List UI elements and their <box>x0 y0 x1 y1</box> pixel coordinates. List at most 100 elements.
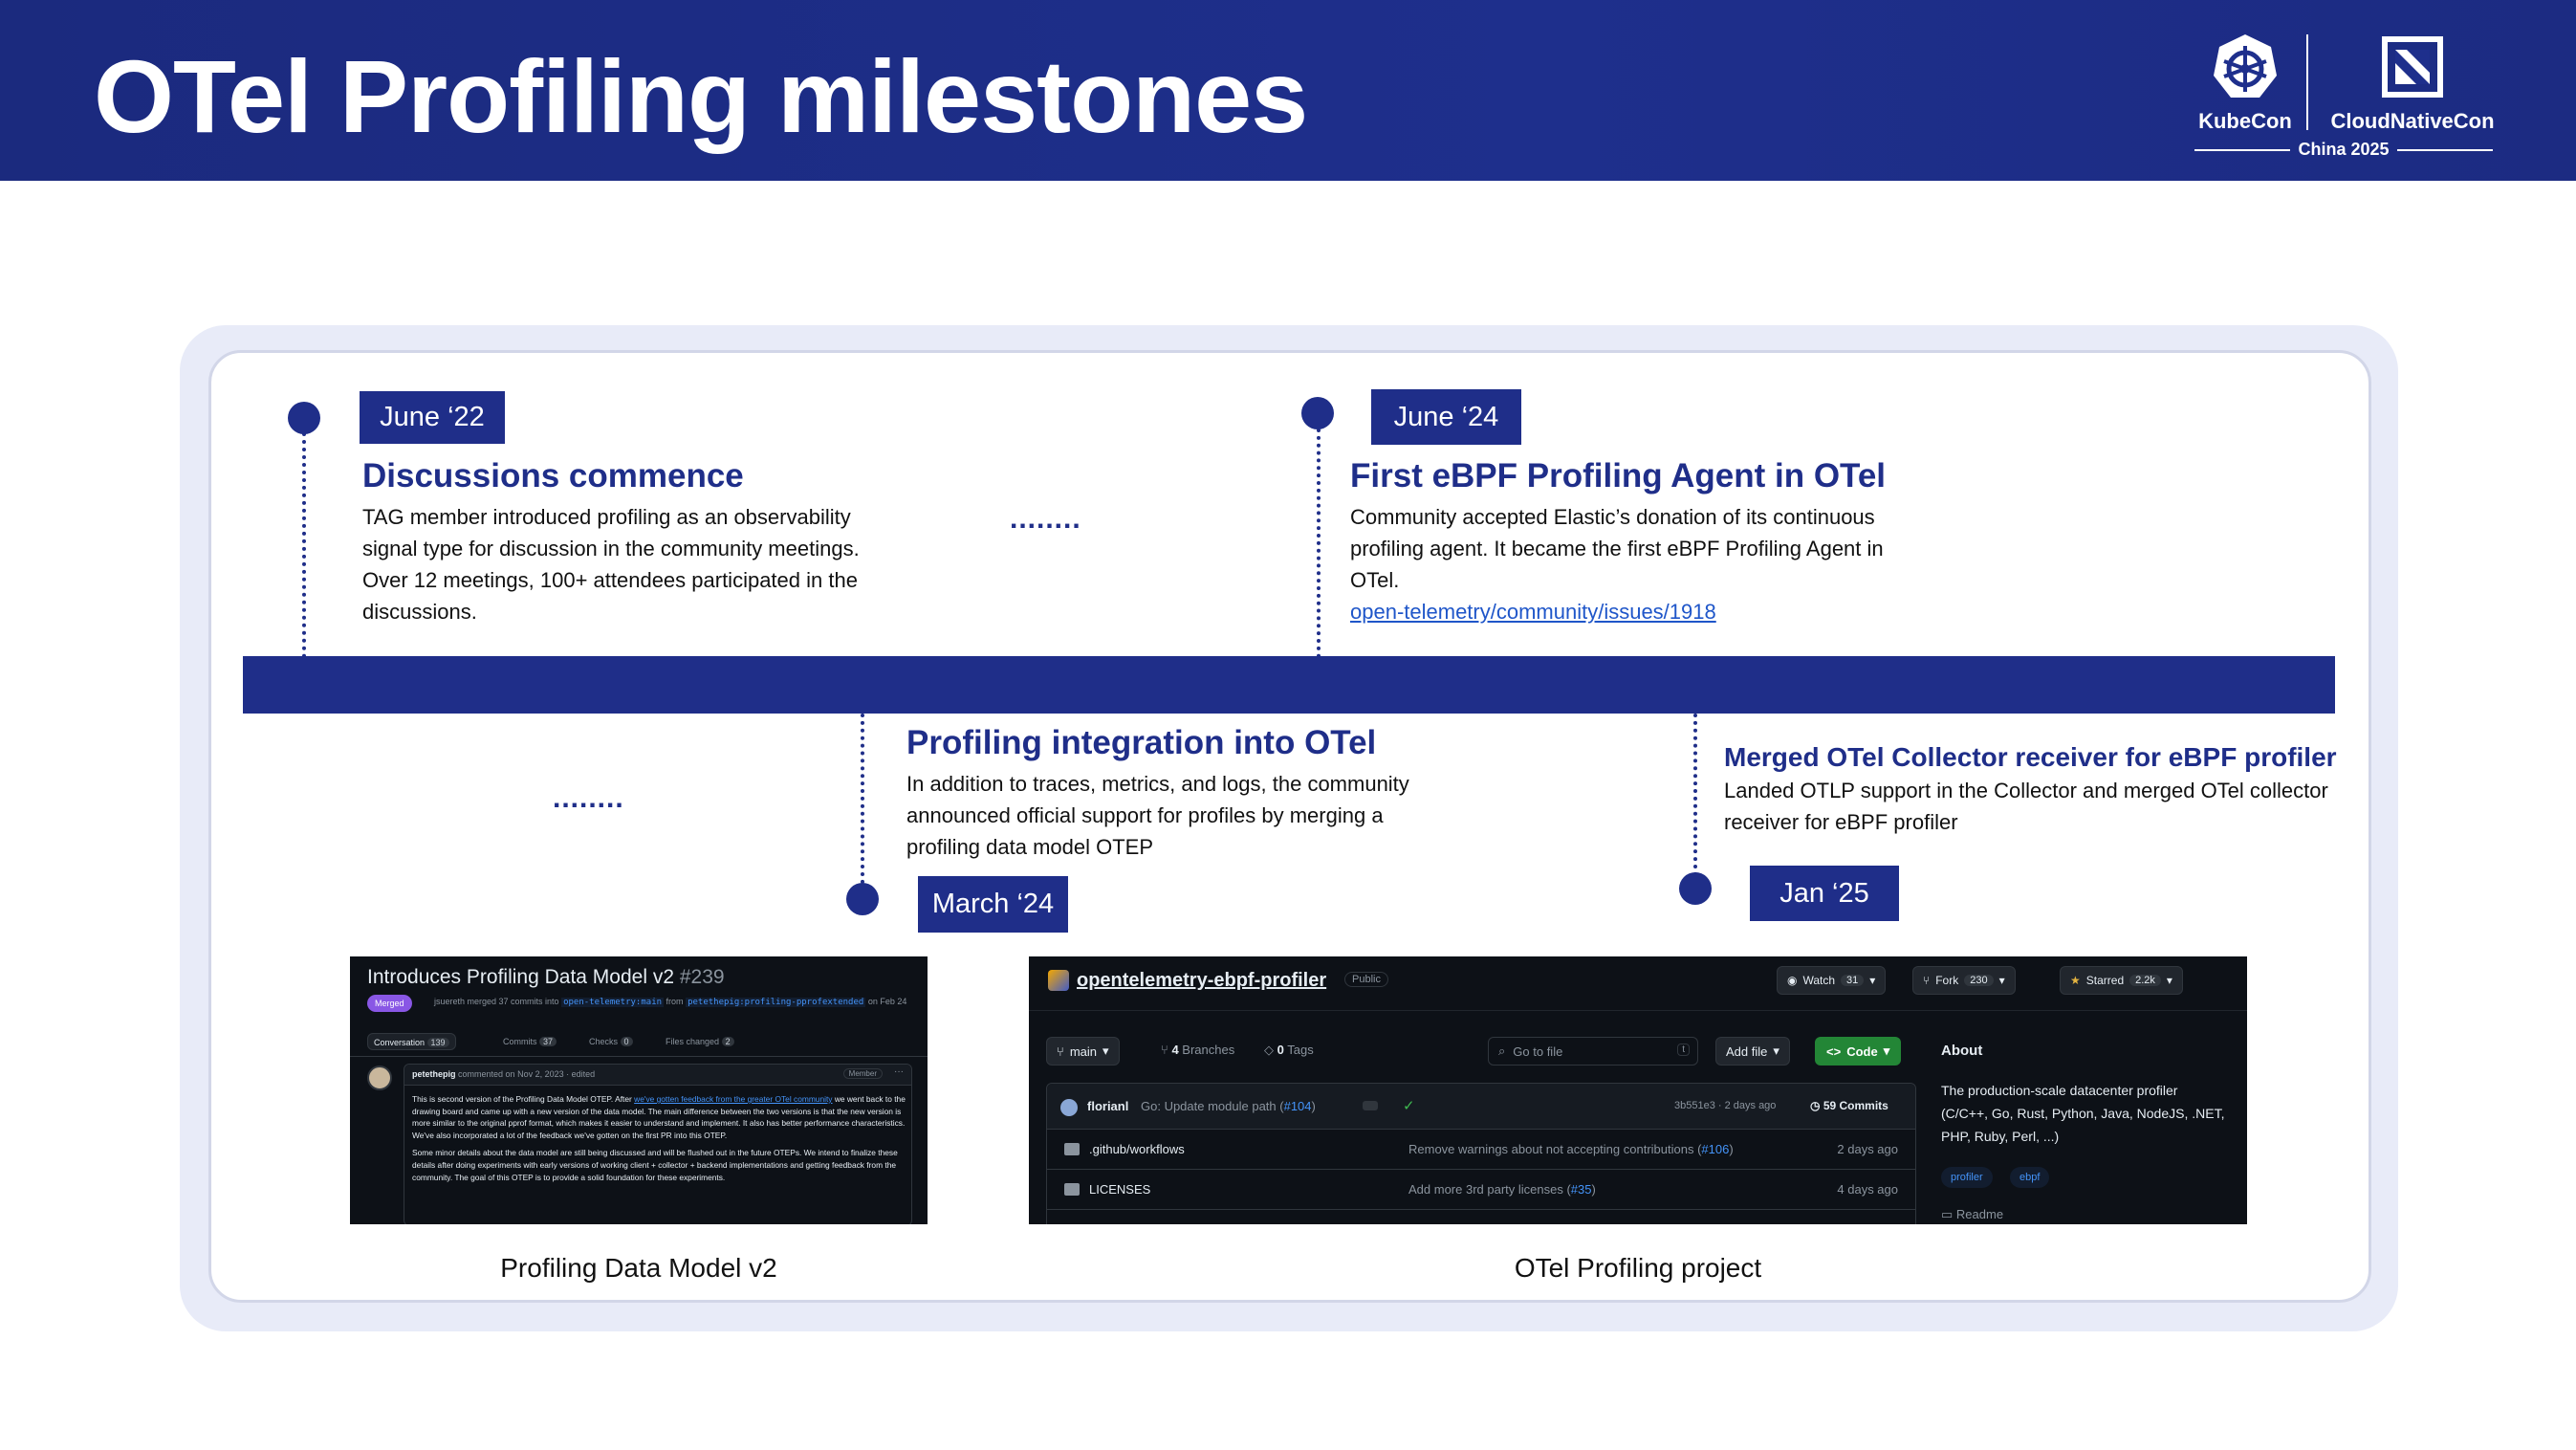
fork-button[interactable]: ⑂ Fork 230 ▾ <box>1912 966 2016 995</box>
topic-tag[interactable]: profiler <box>1941 1167 1993 1188</box>
file-commit-text: ) <box>1729 1142 1734 1156</box>
comment-paragraph: Some minor details about the data model … <box>412 1148 898 1182</box>
timeline-dot-icon <box>1301 397 1334 429</box>
folder-icon <box>1064 1183 1080 1196</box>
file-commit-text: ) <box>1591 1182 1596 1197</box>
pr-caption: Profiling Data Model v2 <box>500 1253 777 1283</box>
logo-divider <box>2306 34 2308 130</box>
latest-commit: florianl Go: Update module path (#104) ✓… <box>1047 1084 1915 1130</box>
file-name[interactable]: LICENSES <box>1089 1182 1150 1197</box>
slide-header: OTel Profiling milestones KubeCon CloudN… <box>0 0 2576 181</box>
date-tag-march24: March ‘24 <box>918 876 1068 933</box>
tab-checks[interactable]: Checks 0 <box>583 1033 639 1050</box>
check-icon[interactable]: ✓ <box>1403 1097 1415 1114</box>
file-pr-link[interactable]: #35 <box>1571 1182 1592 1197</box>
watch-label: Watch <box>1802 974 1836 987</box>
about-description: The production-scale datacenter profiler… <box>1941 1083 2225 1144</box>
connector-june24 <box>1317 428 1321 658</box>
pr-meta-suffix: on Feb 24 <box>867 997 907 1006</box>
timeline-dot-icon <box>1679 872 1712 905</box>
timeline-dot-icon <box>846 883 879 915</box>
slide-title: OTel Profiling milestones <box>94 38 1308 154</box>
commit-text: ) <box>1311 1099 1316 1113</box>
branch-selector[interactable]: ⑂ main ▾ <box>1046 1037 1120 1066</box>
commit-hash[interactable]: 3b551e3 · 2 days ago <box>1674 1100 1776 1111</box>
code-button[interactable]: <> Code ▾ <box>1815 1037 1902 1066</box>
timeline-bar <box>243 656 2335 714</box>
go-to-file-input[interactable]: ⌕ Go to file t <box>1488 1037 1698 1066</box>
fork-icon: ⑂ <box>1923 974 1931 987</box>
milestone-desc: TAG member introduced profiling as an ob… <box>362 505 860 624</box>
pr-comment: petethepig commented on Nov 2, 2023 · ed… <box>404 1064 912 1224</box>
file-name[interactable]: .github/workflows <box>1089 1142 1185 1156</box>
file-row[interactable]: .github/workflows Remove warnings about … <box>1047 1130 1915 1170</box>
tab-count: 37 <box>539 1037 557 1046</box>
tab-conversation[interactable]: Conversation 139 <box>367 1033 456 1050</box>
avatar[interactable] <box>1060 1099 1078 1116</box>
search-placeholder: Go to file <box>1513 1044 1563 1059</box>
file-age: 2 days ago <box>1837 1142 1898 1156</box>
branches-count: 4 <box>1171 1043 1179 1057</box>
add-file-label: Add file <box>1726 1044 1768 1059</box>
star-icon: ★ <box>2070 974 2081 987</box>
commits-link[interactable]: ◷ 59 Commits <box>1810 1099 1888 1112</box>
tab-files-changed[interactable]: Files changed 2 <box>660 1033 740 1050</box>
star-button[interactable]: ★ Starred 2.2k ▾ <box>2060 966 2183 995</box>
watch-button[interactable]: ◉ Watch 31 ▾ <box>1777 966 1887 995</box>
avatar[interactable] <box>367 1066 392 1090</box>
topic-tag[interactable]: ebpf <box>2010 1167 2050 1188</box>
connector-jan25 <box>1693 714 1697 884</box>
tags-count: 0 <box>1277 1043 1284 1057</box>
branch-icon: ⑂ <box>1057 1044 1064 1059</box>
file-commit-message[interactable]: Add more 3rd party licenses (#35) <box>1408 1182 1596 1197</box>
milestone-title: Profiling integration into OTel <box>906 724 1377 761</box>
pr-title-text: Introduces Profiling Data Model v2 <box>367 966 674 988</box>
pr-meta-prefix: jsuereth merged 37 commits into <box>434 997 559 1006</box>
member-badge: Member <box>842 1068 883 1079</box>
expand-commit-icon[interactable] <box>1363 1101 1378 1110</box>
file-row[interactable]: LICENSES Add more 3rd party licenses (#3… <box>1047 1170 1915 1210</box>
branches-link[interactable]: ⑂ 4 Branches <box>1161 1043 1234 1057</box>
issue-link[interactable]: open-telemetry/community/issues/1918 <box>1350 600 1716 624</box>
base-branch[interactable]: open-telemetry:main <box>561 998 665 1007</box>
milestone-desc: Community accepted Elastic’s donation of… <box>1350 501 1924 627</box>
file-pr-link[interactable]: #106 <box>1701 1142 1729 1156</box>
chevron-down-icon: ▾ <box>1883 1044 1890 1058</box>
pr-tabs: Conversation 139 Commits 37 Checks 0 Fil… <box>367 1033 912 1052</box>
commit-author[interactable]: florianl <box>1087 1099 1128 1113</box>
repo-name[interactable]: opentelemetry-ebpf-profiler <box>1077 970 1326 992</box>
readme-link[interactable]: ▭ Readme <box>1941 1207 2003 1222</box>
more-icon[interactable]: ··· <box>894 1066 904 1077</box>
comment-author[interactable]: petethepig <box>412 1069 456 1079</box>
comment-body: This is second version of the Profiling … <box>412 1093 906 1189</box>
event-label: China 2025 <box>2194 140 2493 159</box>
head-branch[interactable]: petethepig:profiling-pprofextended <box>686 998 866 1007</box>
readme-label: Readme <box>1955 1207 2004 1221</box>
chevron-down-icon: ▾ <box>2166 974 2172 987</box>
folder-icon <box>1064 1143 1080 1155</box>
commit-text: Go: Update module path ( <box>1141 1099 1284 1113</box>
tab-commits[interactable]: Commits 37 <box>497 1033 562 1050</box>
repo-caption: OTel Profiling project <box>1514 1253 1762 1283</box>
milestone-title: First eBPF Profiling Agent in OTel <box>1350 457 1887 494</box>
tab-count: 2 <box>721 1037 734 1046</box>
comment-header: petethepig commented on Nov 2, 2023 · ed… <box>404 1065 911 1086</box>
merged-badge: Merged <box>367 995 412 1012</box>
star-label: Starred <box>2085 974 2125 987</box>
fork-count: 230 <box>1964 975 1994 986</box>
file-commit-message[interactable]: Remove warnings about not accepting cont… <box>1408 1142 1734 1156</box>
visibility-badge: Public <box>1344 972 1388 987</box>
tag-icon: ◇ <box>1264 1043 1274 1057</box>
feedback-link[interactable]: we've gotten feedback from the greater O… <box>634 1094 832 1104</box>
commit-pr-link[interactable]: #104 <box>1284 1099 1312 1113</box>
fork-label: Fork <box>1935 974 1959 987</box>
divider <box>350 1056 928 1057</box>
chevron-down-icon: ▾ <box>1773 1044 1779 1058</box>
book-icon: ▭ <box>1941 1207 1954 1221</box>
tags-link[interactable]: ◇ 0 Tags <box>1264 1043 1314 1058</box>
repo-avatar <box>1048 970 1069 991</box>
add-file-button[interactable]: Add file ▾ <box>1715 1037 1790 1066</box>
commit-message[interactable]: Go: Update module path (#104) <box>1141 1099 1316 1113</box>
kubernetes-helm-icon <box>2214 34 2277 98</box>
timeline-dot-icon <box>288 402 320 434</box>
